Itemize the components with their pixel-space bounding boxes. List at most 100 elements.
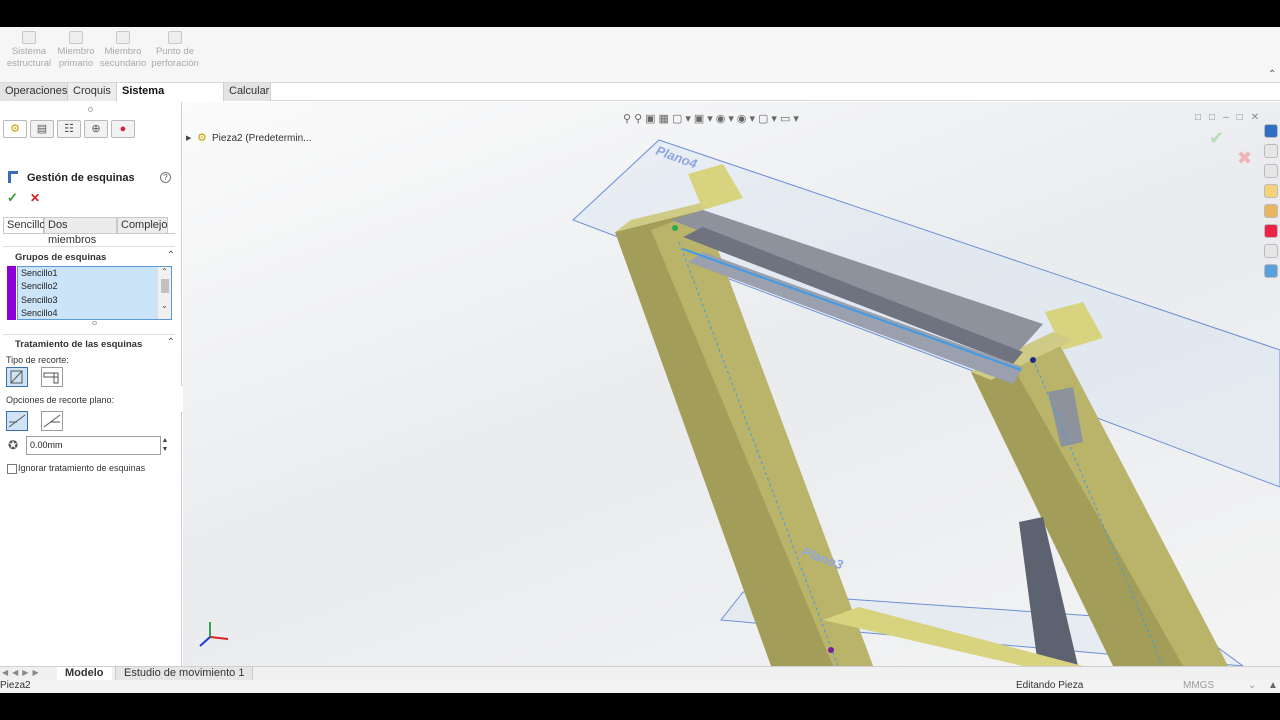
endpoint-marker[interactable]: [828, 647, 834, 653]
endpoint-marker[interactable]: [1030, 357, 1036, 363]
gap-icon: ✪: [8, 438, 19, 452]
command-manager: Sistema estructural Miembro primario Miemb…: [0, 27, 1280, 82]
view-orientation-icon[interactable]: ▢▾: [672, 113, 694, 125]
list-scrollbar[interactable]: ⌃ ⌄: [157, 267, 171, 319]
tab-modelo[interactable]: Modelo: [57, 667, 112, 681]
custom-properties-icon[interactable]: [1264, 244, 1278, 258]
list-item[interactable]: Sencillo1: [18, 267, 171, 280]
model-view: Plano4 Plano3: [199, 139, 1280, 666]
tab-operaciones[interactable]: Operaciones: [0, 83, 68, 101]
display-style-icon[interactable]: ▣▾: [694, 113, 716, 125]
cancel-button[interactable]: ✕: [30, 191, 40, 205]
list-item[interactable]: Sencillo4: [18, 307, 171, 319]
status-units[interactable]: MMGS: [1183, 680, 1214, 692]
gap-input[interactable]: 0.00mm: [26, 436, 161, 455]
scroll-thumb[interactable]: [160, 279, 169, 293]
scene-icon[interactable]: ▢▾: [758, 113, 780, 125]
help-icon[interactable]: ?: [160, 172, 171, 183]
maximize-icon[interactable]: □: [1237, 112, 1251, 123]
tab-motion-study[interactable]: Estudio de movimiento 1: [115, 667, 254, 681]
tab-scroll-buttons[interactable]: ◀◀▶▶: [2, 668, 54, 679]
dimxpert-tab[interactable]: ⊕: [84, 120, 108, 138]
secondary-member-button[interactable]: Miembro secundario: [98, 31, 148, 70]
resources-icon[interactable]: [1264, 124, 1278, 138]
minimize-icon[interactable]: –: [1223, 112, 1237, 123]
collapse-treatment-icon[interactable]: ⌃: [167, 337, 175, 348]
section-rule: [3, 246, 175, 247]
endpoint-marker[interactable]: [672, 225, 678, 231]
ignore-checkbox[interactable]: [7, 464, 17, 474]
hide-show-icon[interactable]: ◉▾: [716, 113, 737, 125]
configuration-manager-tab[interactable]: ☷: [57, 120, 81, 138]
corner-management-icon: [8, 171, 18, 183]
graphics-area[interactable]: Plano4 Plano3 ▶ ⚙ Pieza2 (Predetermin...…: [183, 102, 1280, 666]
part-tree-icon: ⚙: [10, 123, 20, 135]
list-item[interactable]: Sencillo3: [18, 294, 171, 307]
corner-groups-list[interactable]: Sencillo1 Sencillo2 Sencillo3 Sencillo4 …: [17, 266, 172, 320]
tab-calcular[interactable]: Calcular: [224, 83, 271, 101]
planar-options-label: Opciones de recorte plano:: [6, 395, 115, 405]
scroll-up-icon[interactable]: ⌃: [158, 267, 171, 277]
forum-icon[interactable]: [1264, 264, 1278, 278]
zoom-area-icon[interactable]: ⚲: [634, 113, 645, 125]
ok-button[interactable]: ✓: [7, 190, 18, 206]
view-settings-icon[interactable]: ▭▾: [780, 113, 802, 125]
part-tree-label[interactable]: Pieza2 (Predetermin...: [212, 133, 312, 144]
trim-butt-button[interactable]: [41, 367, 63, 387]
solidworks-window: Sistema estructural Miembro primario Miemb…: [0, 27, 1280, 693]
section-view-icon[interactable]: ▦: [659, 113, 672, 125]
scroll-down-icon[interactable]: ⌄: [158, 301, 171, 311]
tab-sencillo[interactable]: Sencillo: [3, 217, 46, 234]
home-icon[interactable]: [1264, 144, 1278, 158]
pierce-point-button[interactable]: Punto de perforación: [150, 31, 200, 70]
group-color-swatch: [7, 266, 16, 320]
appearance-icon[interactable]: ◉▾: [737, 113, 758, 125]
panel-grip-icon[interactable]: [88, 107, 93, 112]
tab-complejo[interactable]: Complejo: [117, 217, 168, 234]
display-manager-tab[interactable]: ●: [111, 120, 135, 138]
restore-icon[interactable]: □: [1195, 112, 1209, 123]
design-library-icon[interactable]: [1264, 164, 1278, 178]
primary-member-button[interactable]: Miembro primario: [51, 31, 101, 70]
ignore-label: Ignorar tratamiento de esquinas: [18, 463, 146, 473]
confirm-corner-cancel-icon[interactable]: ✖: [1237, 148, 1252, 169]
status-options-icon[interactable]: ▲: [1268, 680, 1278, 692]
trim-planar-button[interactable]: [6, 367, 28, 387]
units-dropdown-icon[interactable]: ⌄: [1248, 680, 1256, 692]
view-palette-icon[interactable]: [1264, 204, 1278, 218]
bottom-tab-bar: ◀◀▶▶ Modelo Estudio de movimiento 1: [0, 666, 1280, 681]
appearance-icon: ●: [119, 123, 127, 135]
ribbon-collapse-icon[interactable]: ⌃: [1268, 69, 1276, 80]
tab-croquis[interactable]: Croquis: [68, 83, 117, 101]
structure-system-button[interactable]: Sistema estructural: [4, 31, 54, 70]
collapse-groups-icon[interactable]: ⌃: [167, 250, 175, 261]
planar-option-1-button[interactable]: [6, 411, 28, 431]
list-resize-handle[interactable]: [92, 321, 97, 325]
status-mode: Editando Pieza: [1016, 680, 1084, 691]
close-icon[interactable]: ✕: [1251, 112, 1267, 123]
previous-view-icon[interactable]: ▣: [645, 113, 658, 125]
triad-z-axis: [199, 636, 211, 647]
structure-system-label: Sistema estructural: [6, 46, 52, 69]
planar-option-2-button[interactable]: [41, 411, 63, 431]
tile-icon[interactable]: □: [1209, 112, 1223, 123]
viewport-window-controls[interactable]: □□–□✕: [1195, 112, 1267, 123]
tab-sistema-estructural[interactable]: Sistema estructural: [117, 83, 224, 114]
appearances-icon[interactable]: [1264, 224, 1278, 238]
gap-spinner[interactable]: ▲ ▼: [161, 436, 169, 455]
property-manager-tab[interactable]: ▤: [30, 120, 54, 138]
list-item[interactable]: Sencillo2: [18, 280, 171, 293]
heads-up-toolbar[interactable]: ⚲⚲▣▦▢▾▣▾◉▾◉▾▢▾▭▾: [623, 112, 802, 125]
primary-member-label: Miembro primario: [57, 46, 95, 69]
status-part-name: Pieza2: [0, 680, 31, 691]
status-bar: Pieza2 Editando Pieza MMGS ⌄ ▲: [0, 680, 1280, 693]
tree-expand-icon[interactable]: ▶: [186, 134, 191, 142]
bevel-cut-icon: [8, 414, 26, 428]
zoom-fit-icon[interactable]: ⚲: [623, 113, 634, 125]
confirm-corner-ok-icon[interactable]: ✔: [1209, 128, 1224, 149]
trim-type-label: Tipo de recorte:: [6, 355, 69, 365]
feature-manager-tab[interactable]: ⚙: [3, 120, 27, 138]
file-explorer-icon[interactable]: [1264, 184, 1278, 198]
butt-trim-icon: [43, 372, 59, 384]
tab-dos-miembros[interactable]: Dos miembros: [44, 217, 117, 246]
